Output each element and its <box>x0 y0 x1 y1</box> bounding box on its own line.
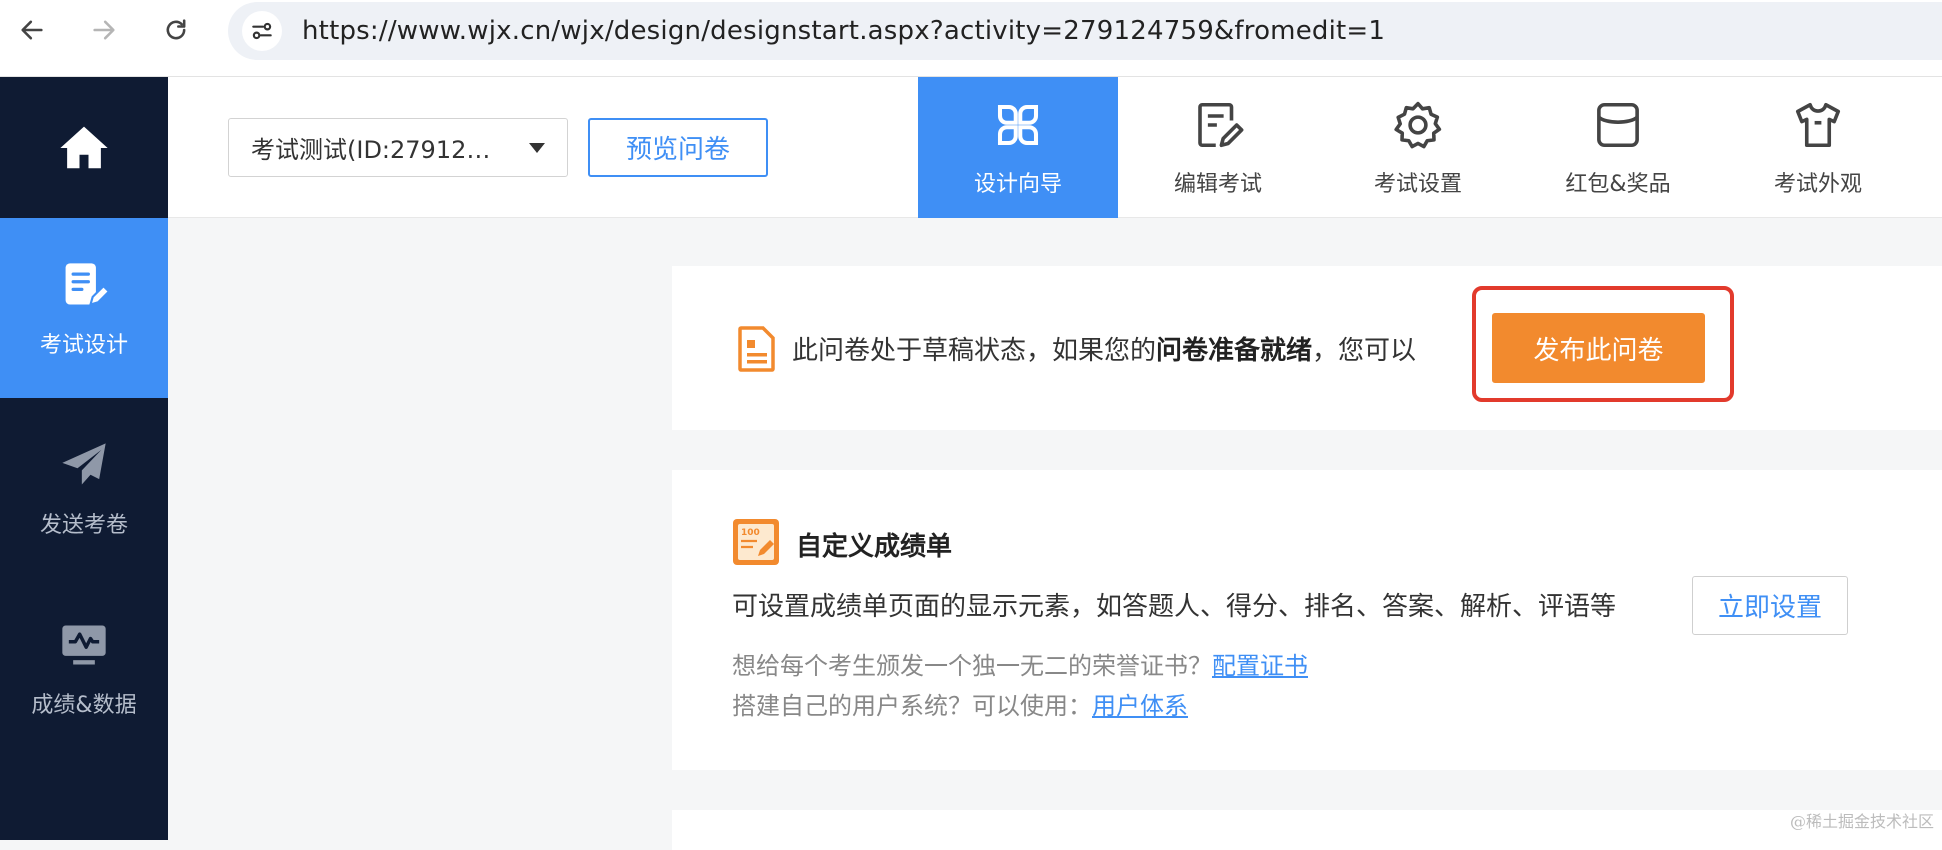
sidebar-item-scores-data[interactable]: 成绩&数据 <box>0 578 168 758</box>
edit-doc-icon <box>1191 98 1245 152</box>
tab-label: 红包&奖品 <box>1565 166 1670 198</box>
tab-label: 编辑考试 <box>1174 166 1262 198</box>
preview-survey-button[interactable]: 预览问卷 <box>588 118 768 177</box>
sidebar: 考试设计 发送考卷 成绩&数据 <box>0 77 168 840</box>
site-settings-icon[interactable] <box>242 11 282 51</box>
status-text-part: ，您可以 <box>1312 336 1416 366</box>
shirt-icon <box>1791 98 1845 152</box>
monitor-chart-icon <box>56 617 112 673</box>
gift-box-icon <box>1591 98 1645 152</box>
paper-plane-icon <box>56 437 112 493</box>
user-system-link[interactable]: 用户体系 <box>1092 692 1188 720</box>
watermark: @稀土掘金技术社区 <box>1790 808 1934 832</box>
user-system-hint: 搭建自己的用户系统？可以使用：用户体系 <box>732 686 1188 721</box>
sidebar-item-label: 成绩&数据 <box>31 687 136 719</box>
hint-text: 想给每个考生颁发一个独一无二的荣誉证书？ <box>732 652 1212 680</box>
top-header: 考试测试(ID:27912… 预览问卷 设计向导 编辑考试 考试设置 红包&奖品… <box>168 77 1942 218</box>
sidebar-item-send-exam[interactable]: 发送考卷 <box>0 398 168 578</box>
address-bar[interactable]: https://www.wjx.cn/wjx/design/designstar… <box>228 2 1942 60</box>
hint-text: 搭建自己的用户系统？可以使用： <box>732 692 1092 720</box>
tab-edit-exam[interactable]: 编辑考试 <box>1118 77 1318 218</box>
custom-scorecard-card: 100 自定义成绩单 可设置成绩单页面的显示元素，如答题人、得分、排名、答案、解… <box>672 470 1942 770</box>
gear-icon <box>1391 98 1445 152</box>
reload-icon[interactable] <box>154 12 198 48</box>
setup-now-button[interactable]: 立即设置 <box>1692 576 1848 635</box>
certificate-hint: 想给每个考生颁发一个独一无二的荣誉证书？配置证书 <box>732 646 1308 681</box>
certificate-icon: 100 <box>732 518 780 566</box>
grid-icon <box>991 98 1045 152</box>
browser-toolbar: https://www.wjx.cn/wjx/design/designstar… <box>0 0 1942 77</box>
scorecard-description: 可设置成绩单页面的显示元素，如答题人、得分、排名、答案、解析、评语等 <box>732 586 1616 623</box>
sidebar-item-label: 考试设计 <box>40 327 128 359</box>
survey-select-value: 考试测试(ID:27912… <box>251 130 513 165</box>
draft-status-text: 此问卷处于草稿状态，如果您的问卷准备就绪，您可以 <box>792 330 1416 367</box>
tab-label: 设计向导 <box>974 166 1062 198</box>
sidebar-item-exam-design[interactable]: 考试设计 <box>0 218 168 398</box>
configure-certificate-link[interactable]: 配置证书 <box>1212 652 1308 680</box>
draft-status-card: 此问卷处于草稿状态，如果您的问卷准备就绪，您可以 发布此问卷 <box>672 266 1942 430</box>
status-text-emphasis: 问卷准备就绪 <box>1156 336 1312 366</box>
svg-text:100: 100 <box>741 528 760 538</box>
tab-red-packet-prize[interactable]: 红包&奖品 <box>1518 77 1718 218</box>
forward-arrow-icon[interactable] <box>82 12 126 48</box>
url-text[interactable]: https://www.wjx.cn/wjx/design/designstar… <box>302 16 1385 46</box>
survey-select-dropdown[interactable]: 考试测试(ID:27912… <box>228 118 568 177</box>
document-edit-icon <box>56 257 112 313</box>
publish-survey-button[interactable]: 发布此问卷 <box>1492 313 1705 383</box>
back-arrow-icon[interactable] <box>10 12 54 48</box>
draft-document-icon <box>738 326 776 372</box>
sidebar-item-label: 发送考卷 <box>40 507 128 539</box>
scorecard-title: 自定义成绩单 <box>796 526 952 563</box>
home-icon[interactable] <box>0 77 168 218</box>
tab-design-wizard[interactable]: 设计向导 <box>918 77 1118 218</box>
tab-exam-settings[interactable]: 考试设置 <box>1318 77 1518 218</box>
tab-exam-appearance[interactable]: 考试外观 <box>1718 77 1918 218</box>
tab-label: 考试设置 <box>1374 166 1462 198</box>
chevron-down-icon <box>529 143 545 153</box>
tab-label: 考试外观 <box>1774 166 1862 198</box>
status-text-part: 此问卷处于草稿状态，如果您的 <box>792 336 1156 366</box>
next-card <box>672 810 1942 850</box>
